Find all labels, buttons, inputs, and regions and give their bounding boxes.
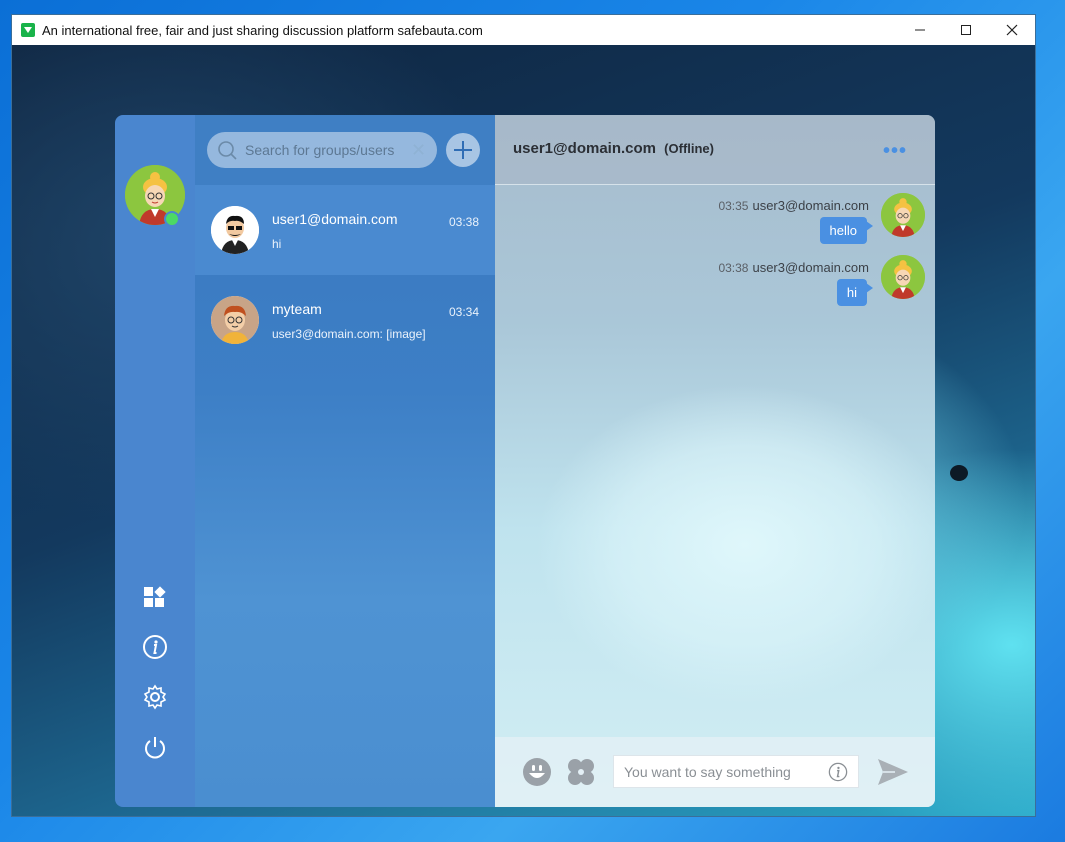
nav-sidebar [115, 115, 195, 807]
minimize-icon [915, 29, 925, 31]
message-composer [495, 737, 935, 807]
nav-settings-button[interactable] [141, 683, 169, 711]
contact-avatar [211, 206, 259, 254]
message-input-box[interactable] [613, 755, 859, 788]
maximize-button[interactable] [943, 15, 989, 45]
message-meta: 03:35 user3@domain.com [718, 198, 869, 213]
chat-header: user1@domain.com (Offline) ••• [495, 115, 935, 185]
smiley-icon [523, 758, 551, 786]
conversation-name: user1@domain.com [272, 211, 398, 227]
message-item: 03:35 user3@domain.com hello [505, 193, 925, 253]
message-input[interactable] [622, 762, 826, 781]
background-spot [950, 465, 968, 481]
window-title: An international free, fair and just sha… [42, 22, 483, 38]
conversation-list-panel: ✕ [195, 115, 495, 807]
group-avatar-icon [211, 296, 259, 344]
clear-search-icon[interactable]: ✕ [411, 140, 426, 161]
add-button[interactable] [446, 133, 480, 167]
group-avatar [211, 296, 259, 344]
conversation-item[interactable]: user1@domain.com 03:38 hi [195, 185, 495, 275]
close-button[interactable] [989, 15, 1035, 45]
chat-app: ✕ [115, 115, 935, 807]
maximize-icon [961, 25, 971, 35]
nav-apps-button[interactable] [141, 583, 169, 611]
close-icon [1006, 24, 1018, 36]
message-time: 03:35 [718, 199, 749, 213]
woman-avatar-icon [881, 255, 925, 299]
message-time: 03:38 [718, 261, 749, 275]
apps-icon [144, 586, 166, 607]
nav-power-button[interactable] [141, 734, 169, 762]
plus-icon [454, 141, 472, 159]
sender-avatar[interactable] [881, 193, 925, 237]
more-options-button[interactable]: ••• [883, 140, 907, 163]
info-icon [143, 635, 167, 659]
man-avatar-icon [211, 206, 259, 254]
conversation-name: myteam [272, 301, 322, 317]
search-icon [218, 141, 237, 160]
online-status-indicator [164, 211, 180, 227]
conversation-time: 03:34 [448, 305, 479, 319]
emoji-button[interactable] [522, 757, 552, 787]
power-icon [145, 737, 165, 759]
message-bubble[interactable]: hello [819, 217, 874, 244]
conversation-preview: user3@domain.com: [image] [272, 327, 426, 341]
chat-title: user1@domain.com (Offline) [513, 140, 714, 157]
app-window: An international free, fair and just sha… [11, 14, 1036, 817]
info-icon[interactable] [828, 762, 848, 782]
message-meta: 03:38 user3@domain.com [718, 260, 869, 275]
message-item: 03:38 user3@domain.com hi [505, 255, 925, 315]
nav-info-button[interactable] [141, 633, 169, 661]
conversation-preview: hi [272, 237, 282, 251]
send-button[interactable] [877, 757, 909, 787]
desktop-background: ✕ [12, 45, 1035, 816]
message-sender: user3@domain.com [752, 198, 869, 213]
conversation-item[interactable]: myteam 03:34 user3@domain.com: [image] [195, 275, 495, 365]
chat-contact-name: user1@domain.com [513, 140, 656, 157]
search-input[interactable] [243, 141, 407, 159]
sender-avatar[interactable] [881, 255, 925, 299]
woman-avatar-icon [881, 193, 925, 237]
chat-panel: user1@domain.com (Offline) ••• 03:35 user… [495, 115, 935, 807]
send-icon [878, 759, 908, 785]
message-bubble[interactable]: hi [836, 279, 874, 306]
plugins-button[interactable] [566, 757, 596, 787]
title-bar: An international free, fair and just sha… [12, 15, 1035, 45]
conversation-time: 03:38 [448, 215, 479, 229]
chat-contact-status: (Offline) [664, 141, 714, 156]
list-header: ✕ [195, 115, 495, 185]
message-sender: user3@domain.com [752, 260, 869, 275]
app-logo-icon [21, 23, 35, 37]
search-box[interactable]: ✕ [207, 132, 437, 168]
clover-icon [568, 759, 594, 785]
minimize-button[interactable] [897, 15, 943, 45]
settings-icon [143, 684, 167, 710]
